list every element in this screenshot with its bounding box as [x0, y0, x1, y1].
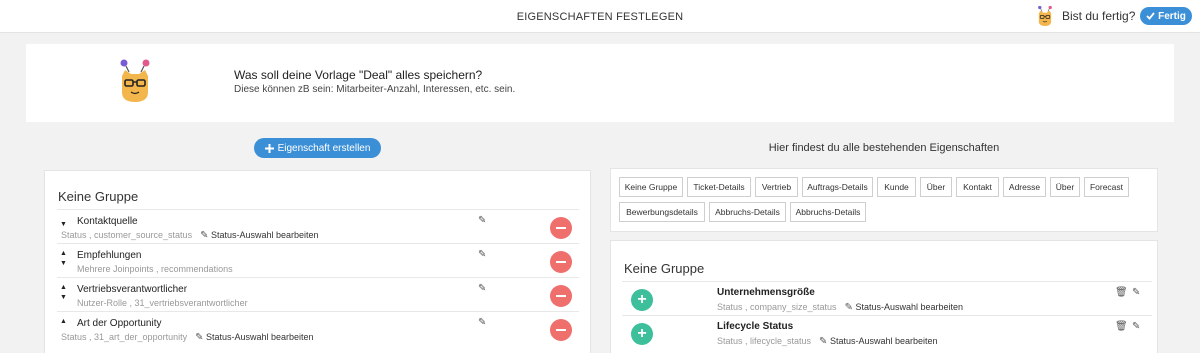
group-chip[interactable]: Kontakt — [956, 177, 999, 197]
edit-status-label: Status-Auswahl bearbeiten — [855, 302, 964, 312]
existing-properties-heading: Hier findest du alle bestehenden Eigensc… — [768, 142, 1000, 154]
minus-icon — [556, 261, 566, 263]
minus-icon — [556, 329, 566, 331]
property-meta: Status , 31_art_der_opportunity ✎ Status-… — [61, 332, 314, 343]
edit-status-link[interactable]: ✎ Status-Auswahl bearbeiten — [819, 336, 938, 347]
property-row: + Unternehmensgröße Status , company_siz… — [622, 281, 1152, 315]
trash-icon[interactable]: 🗑 — [1115, 321, 1128, 332]
intro-question: Was soll deine Vorlage "Deal" alles spei… — [234, 68, 483, 82]
group-chip[interactable]: Ticket-Details — [687, 177, 751, 197]
intro-card: Was soll deine Vorlage "Deal" alles spei… — [26, 44, 1174, 122]
top-bar: EIGENSCHAFTEN FESTLEGEN Bist du fertig? … — [0, 0, 1200, 33]
mascot-icon — [120, 59, 150, 102]
property-meta: Status , customer_source_status ✎ Status-… — [61, 230, 319, 241]
pencil-icon: ✎ — [844, 302, 853, 313]
move-down-icon[interactable]: ▼ — [60, 260, 67, 267]
done-button-label: Fertig — [1158, 10, 1186, 22]
pencil-icon[interactable]: ✎ — [1132, 321, 1140, 332]
group-chip[interactable]: Keine Gruppe — [619, 177, 683, 197]
property-row: ▲ ▼ Empfehlungen Mehrere Joinpoints , re… — [57, 243, 579, 277]
property-name: Art der Opportunity — [77, 318, 162, 329]
trash-icon[interactable]: 🗑 — [1115, 287, 1128, 298]
property-name: Vertriebsverantwortlicher — [77, 284, 188, 295]
plus-icon: + — [637, 291, 647, 308]
edit-status-label: Status-Auswahl bearbeiten — [829, 336, 938, 346]
move-down-icon[interactable]: ▼ — [60, 294, 67, 301]
property-row: ▲ ▼ Vertriebsverantwortlicher Nutzer-Rol… — [57, 277, 579, 311]
move-up-icon[interactable]: ▲ — [60, 318, 67, 325]
property-type: Status , lifecycle_status — [717, 336, 812, 346]
group-chip[interactable]: Auftrags-Details — [802, 177, 873, 197]
create-property-label: Eigenschaft erstellen — [277, 142, 371, 154]
property-row: + Lifecycle Status Status , lifecycle_st… — [622, 315, 1152, 349]
edit-status-label: Status-Auswahl bearbeiten — [210, 230, 319, 240]
property-name: Lifecycle Status — [717, 321, 794, 332]
create-property-button[interactable]: Eigenschaft erstellen — [254, 138, 381, 158]
property-name: Kontaktquelle — [77, 216, 138, 227]
pencil-icon[interactable]: ✎ — [478, 249, 486, 260]
mascot-icon — [1038, 5, 1052, 26]
property-type: Status , customer_source_status — [61, 230, 193, 240]
intro-subtext: Diese können zB sein: Mitarbeiter-Anzahl… — [234, 84, 516, 95]
minus-icon — [556, 227, 566, 229]
available-properties-panel: Keine Gruppe + Unternehmensgröße Status … — [610, 240, 1158, 353]
add-property-button[interactable]: + — [631, 289, 653, 311]
group-chip[interactable]: Forecast — [1084, 177, 1129, 197]
property-meta: Status , lifecycle_status ✎ Status-Auswah… — [717, 336, 938, 347]
property-type: Status , 31_art_der_opportunity — [61, 332, 188, 342]
edit-status-label: Status-Auswahl bearbeiten — [206, 332, 314, 342]
ready-question: Bist du fertig? — [1062, 9, 1136, 23]
property-row: ▲ Art der Opportunity Status , 31_art_de… — [57, 311, 579, 345]
edit-status-link[interactable]: ✎ Status-Auswahl bearbeiten — [844, 302, 964, 313]
remove-property-button[interactable] — [550, 319, 572, 341]
group-chip[interactable]: Bewerbungsdetails — [619, 202, 705, 222]
property-name: Unternehmensgröße — [717, 287, 815, 298]
remove-property-button[interactable] — [550, 285, 572, 307]
pencil-icon: ✎ — [195, 332, 204, 343]
page-title: EIGENSCHAFTEN FESTLEGEN — [516, 11, 684, 23]
pencil-icon: ✎ — [200, 230, 209, 241]
group-chip[interactable]: Über — [1050, 177, 1080, 197]
plus-icon — [264, 143, 274, 153]
plus-icon: + — [637, 325, 647, 342]
add-property-button[interactable]: + — [631, 323, 653, 345]
group-chip[interactable]: Kunde — [877, 177, 916, 197]
pencil-icon[interactable]: ✎ — [478, 317, 486, 328]
move-up-icon[interactable]: ▲ — [60, 250, 67, 257]
group-chip[interactable]: Abbruchs-Details — [709, 202, 786, 222]
group-chip[interactable]: Vertrieb — [755, 177, 798, 197]
pencil-icon[interactable]: ✎ — [478, 283, 486, 294]
remove-property-button[interactable] — [550, 217, 572, 239]
pencil-icon[interactable]: ✎ — [478, 215, 486, 226]
property-type: Status , company_size_status — [717, 302, 837, 312]
move-up-icon[interactable]: ▲ — [60, 284, 67, 291]
edit-status-link[interactable]: ✎ Status-Auswahl bearbeiten — [200, 230, 319, 241]
move-down-icon[interactable]: ▼ — [60, 221, 67, 228]
done-button[interactable]: Fertig — [1140, 7, 1192, 25]
group-title: Keine Gruppe — [58, 189, 139, 204]
selected-properties-panel: Keine Gruppe ▼ Kontaktquelle Status , cu… — [44, 170, 591, 353]
group-chip[interactable]: Über — [920, 177, 952, 197]
property-meta: Nutzer-Rolle , 31_vertriebsverantwortlic… — [77, 298, 248, 308]
remove-property-button[interactable] — [550, 251, 572, 273]
group-chip[interactable]: Adresse — [1003, 177, 1046, 197]
check-icon — [1146, 12, 1155, 20]
reorder-handle[interactable]: ▲ ▼ — [60, 284, 70, 306]
pencil-icon: ✎ — [819, 336, 828, 347]
edit-status-link[interactable]: ✎ Status-Auswahl bearbeiten — [195, 332, 314, 343]
pencil-icon[interactable]: ✎ — [1132, 287, 1140, 298]
group-filter-panel: Keine Gruppe Ticket-Details Vertrieb Auf… — [610, 168, 1158, 232]
property-meta: Mehrere Joinpoints , recommendations — [77, 264, 233, 274]
group-chip[interactable]: Abbruchs-Details — [790, 202, 866, 222]
property-meta: Status , company_size_status ✎ Status-Aus… — [717, 302, 963, 313]
reorder-handle[interactable]: ▲ ▼ — [60, 250, 70, 272]
group-title: Keine Gruppe — [624, 261, 705, 276]
property-row: ▼ Kontaktquelle Status , customer_source… — [57, 209, 579, 243]
minus-icon — [556, 295, 566, 297]
property-name: Empfehlungen — [77, 250, 142, 261]
